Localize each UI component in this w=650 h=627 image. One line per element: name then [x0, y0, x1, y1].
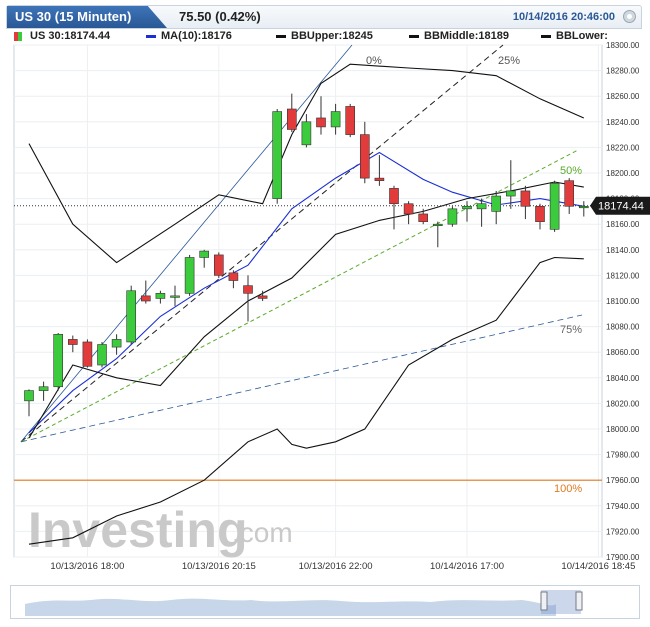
candle-body	[476, 203, 487, 210]
candle-body	[432, 223, 443, 226]
x-tick-label: 10/14/2016 18:45	[561, 561, 635, 572]
y-tick-label: 18220.00	[606, 143, 640, 152]
x-tick-label: 10/13/2016 18:00	[50, 561, 124, 572]
candle-body	[301, 121, 312, 146]
candle-body	[214, 254, 224, 276]
candle-body	[68, 339, 78, 345]
fib-fan-line	[20, 44, 353, 443]
watermark-logo: Investing .com	[28, 502, 293, 558]
candle-body	[330, 111, 341, 128]
candle-body	[184, 257, 195, 294]
fib-label: 25%	[498, 55, 520, 67]
navigator-handle-right[interactable]	[575, 591, 583, 611]
candle-body	[286, 108, 297, 130]
candle-body	[257, 295, 268, 299]
watermark-brand: Investing	[28, 502, 247, 558]
candle-body	[403, 203, 414, 215]
candle-body	[228, 272, 239, 281]
candle-body	[53, 333, 64, 388]
candle-body	[316, 117, 326, 128]
y-tick-label: 17980.00	[606, 451, 640, 460]
candle-body	[374, 177, 385, 181]
candle-body	[578, 205, 589, 209]
navigator-chart[interactable]	[11, 586, 639, 618]
candle-body	[505, 190, 516, 197]
navigator-panel[interactable]	[10, 585, 640, 619]
candle-body	[243, 285, 253, 294]
fib-fan-line	[20, 314, 583, 443]
y-tick-label: 18300.00	[606, 41, 640, 50]
y-tick-label: 18140.00	[606, 246, 640, 255]
candle-body	[491, 195, 502, 212]
y-tick-label: 18060.00	[606, 348, 640, 357]
y-tick-label: 18260.00	[606, 92, 640, 101]
y-tick-label: 18040.00	[606, 374, 640, 383]
candle-body	[564, 180, 575, 207]
y-tick-label: 18000.00	[606, 425, 640, 434]
candle-body	[520, 190, 531, 207]
candle-body	[345, 106, 356, 135]
price-chart: Investing .com 0% 25%50%75%100% 17900.001…	[13, 41, 650, 572]
fib-label: 50%	[560, 165, 582, 177]
y-tick-label: 18100.00	[606, 297, 640, 306]
candle-body	[141, 295, 151, 302]
y-tick-label: 18020.00	[606, 399, 640, 408]
fib-label: 75%	[560, 324, 582, 336]
candle-body	[111, 339, 122, 348]
candle-body	[535, 205, 545, 222]
candle-body	[549, 182, 560, 230]
candle-body	[359, 134, 370, 179]
x-tick-label: 10/13/2016 20:15	[182, 561, 256, 572]
fib-label: 100%	[554, 483, 582, 495]
candle-body	[418, 213, 429, 222]
candle-body	[126, 290, 136, 343]
fib-fan-line	[20, 44, 504, 443]
candle-body	[24, 390, 34, 402]
y-tick-label: 18200.00	[606, 169, 640, 178]
price-tag-label: 18174.44	[598, 201, 644, 213]
chart-widget: US 30 (15 Minuten) 75.50 (0.42%) 10/14/2…	[0, 0, 650, 627]
y-tick-label: 18160.00	[606, 220, 640, 229]
candle-body	[38, 386, 49, 391]
watermark-suffix: .com	[232, 517, 293, 548]
series-line	[28, 181, 584, 439]
candle-body	[199, 250, 209, 258]
navigator-handle-left[interactable]	[540, 591, 548, 611]
y-tick-label: 18080.00	[606, 323, 640, 332]
candle-body	[155, 293, 166, 299]
y-tick-label: 17920.00	[606, 527, 640, 536]
candle-body	[170, 295, 180, 298]
candle-body	[97, 344, 107, 366]
navigator-area	[25, 598, 556, 616]
y-tick-label: 18120.00	[606, 271, 640, 280]
candle-body	[82, 341, 93, 367]
series-line	[28, 63, 585, 264]
candle-body	[462, 205, 472, 210]
candle-body	[389, 188, 399, 205]
y-tick-label: 17940.00	[606, 502, 640, 511]
y-tick-label: 17960.00	[606, 476, 640, 485]
candle-body	[272, 111, 283, 199]
y-tick-label: 18240.00	[606, 118, 640, 127]
y-tick-label: 18280.00	[606, 67, 640, 76]
candle-body	[447, 208, 458, 225]
x-tick-label: 10/13/2016 22:00	[299, 561, 373, 572]
x-tick-label: 10/14/2016 17:00	[430, 561, 504, 572]
